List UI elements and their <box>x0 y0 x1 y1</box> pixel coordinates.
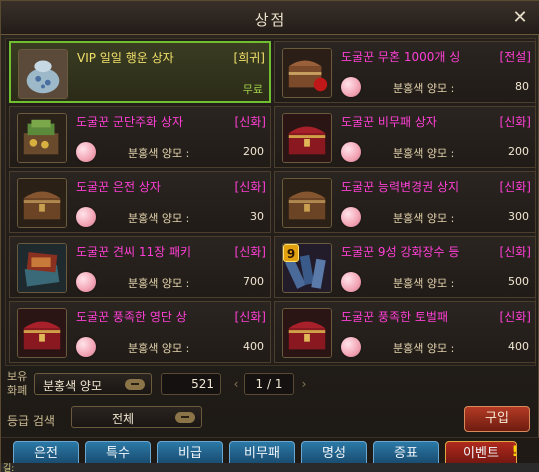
close-icon[interactable]: ✕ <box>510 8 530 28</box>
red-chest-icon <box>282 113 332 163</box>
pink-wool-icon <box>341 337 361 357</box>
pink-wool-icon <box>76 272 96 292</box>
chevron-down-icon <box>175 412 195 423</box>
shop-item[interactable]: 9 도굴꾼 9성 강화장수 등 [신화] 분홍색 양모 : 500 <box>274 236 536 298</box>
title-bar: 상점 ✕ <box>1 1 539 35</box>
item-name: 도굴꾼 견씨 11장 패키 <box>76 245 192 259</box>
lucky-bag-icon <box>18 49 68 99</box>
price-label: 분홍색 양모 : <box>393 147 455 160</box>
price-label: 분홍색 양모 : <box>128 342 190 355</box>
next-page-button[interactable]: › <box>297 375 311 393</box>
price-label: 분홍색 양모 : <box>393 212 455 225</box>
currency-select[interactable]: 분홍색 양모 <box>34 373 152 395</box>
price-label: 분홍색 양모 : <box>128 277 190 290</box>
price-label: 분홍색 양모 : <box>393 342 455 355</box>
tab-label: 비급 <box>178 446 202 461</box>
price-value: 200 <box>243 145 264 158</box>
pink-wool-icon <box>76 207 96 227</box>
item-grade: [신화] <box>499 310 531 324</box>
star-level-badge: 9 <box>283 244 299 262</box>
item-grade: [신화] <box>499 180 531 194</box>
item-name: 도굴꾼 9성 강화장수 등 <box>341 245 460 259</box>
currency-select-value: 분홍색 양모 <box>43 379 103 393</box>
price-label: 분홍색 양모 : <box>128 212 190 225</box>
currency-label: 보유 화폐 <box>7 370 28 397</box>
pink-wool-icon <box>341 272 361 292</box>
chevron-down-icon <box>125 379 145 390</box>
shop-item[interactable]: VIP 일일 행운 상자 [희귀] 무료 <box>9 41 271 103</box>
pink-wool-icon <box>341 77 361 97</box>
pink-wool-icon <box>341 207 361 227</box>
item-grade: [전설] <box>499 50 531 64</box>
item-name: 도굴꾼 풍족한 영단 상 <box>76 310 187 324</box>
item-name: 도굴꾼 은전 상자 <box>76 180 161 194</box>
treasure-chest-icon <box>282 48 332 98</box>
chat-strip: 길: <box>1 463 539 472</box>
page-indicator: 1 / 1 <box>244 373 294 395</box>
grade-select[interactable]: 전체 <box>71 406 202 428</box>
shop-item[interactable]: 도굴꾼 비무패 상자 [신화] 분홍색 양모 : 200 <box>274 106 536 168</box>
price-value: 80 <box>515 80 529 93</box>
item-name: 도굴꾼 군단주화 상자 <box>76 115 183 129</box>
scroll-bundle-icon: 9 <box>282 243 332 293</box>
price-value: 400 <box>243 340 264 353</box>
tab-label: 특수 <box>106 446 130 461</box>
item-grid: VIP 일일 행운 상자 [희귀] 무료 도굴꾼 무혼 1000개 싱 [전설] 분홍색 … <box>5 38 536 366</box>
shop-item[interactable]: 도굴꾼 무혼 1000개 싱 [전설] 분홍색 양모 : 80 <box>274 41 536 103</box>
price-value: 30 <box>250 210 264 223</box>
item-grade: [신화] <box>234 245 266 259</box>
prev-page-button[interactable]: ‹ <box>229 375 243 393</box>
pink-wool-icon <box>76 142 96 162</box>
window-title: 상점 <box>254 11 287 29</box>
item-grade: [희귀] <box>233 51 265 65</box>
wooden-chest-icon <box>282 178 332 228</box>
card-pack-icon <box>17 243 67 293</box>
pink-wool-icon <box>76 337 96 357</box>
item-name: 도굴꾼 능력변경권 상지 <box>341 180 460 194</box>
price-value: 300 <box>508 210 529 223</box>
currency-amount: 521 <box>161 373 221 395</box>
item-name: 도굴꾼 풍족한 토벌패 <box>341 310 448 324</box>
wooden-chest-icon <box>17 178 67 228</box>
item-name: VIP 일일 행운 상자 <box>77 51 174 65</box>
red-chest-icon <box>17 308 67 358</box>
item-name: 도굴꾼 무혼 1000개 싱 <box>341 50 461 64</box>
shop-item[interactable]: 도굴꾼 은전 상자 [신화] 분홍색 양모 : 30 <box>9 171 271 233</box>
price-free: 무료 <box>242 83 263 96</box>
price-value: 200 <box>508 145 529 158</box>
shop-item[interactable]: 도굴꾼 풍족한 토벌패 [신화] 분홍색 양모 : 400 <box>274 301 536 363</box>
coin-box-icon <box>17 113 67 163</box>
price-label: 분홍색 양모 : <box>128 147 190 160</box>
item-grade: [신화] <box>234 180 266 194</box>
shop-item[interactable]: 도굴꾼 풍족한 영단 상 [신화] 분홍색 양모 : 400 <box>9 301 271 363</box>
grade-select-value: 전체 <box>112 412 135 426</box>
price-label: 분홍색 양모 : <box>393 277 455 290</box>
price-value: 700 <box>243 275 264 288</box>
alert-icon: ! <box>511 444 518 460</box>
red-chest-icon <box>282 308 332 358</box>
price-value: 400 <box>508 340 529 353</box>
item-grade: [신화] <box>499 245 531 259</box>
price-label: 분홍색 양모 : <box>393 82 455 95</box>
shop-window: 상점 ✕ VIP 일일 행운 상자 [희귀] 무료 도굴꾼 무혼 1000개 싱 [전설… <box>0 0 539 472</box>
tab-label: 이벤트 <box>463 446 499 461</box>
tab-label: 명성 <box>322 446 346 461</box>
grade-search-label: 등급 검색 <box>7 414 55 428</box>
shop-item[interactable]: 도굴꾼 능력변경권 상지 [신화] 분홍색 양모 : 300 <box>274 171 536 233</box>
shop-item[interactable]: 도굴꾼 군단주화 상자 [신화] 분홍색 양모 : 200 <box>9 106 271 168</box>
pink-wool-icon <box>341 142 361 162</box>
tab-label: 비무패 <box>244 446 280 461</box>
tab-label: 은전 <box>34 446 58 461</box>
shop-item[interactable]: 도굴꾼 견씨 11장 패키 [신화] 분홍색 양모 : 700 <box>9 236 271 298</box>
item-name: 도굴꾼 비무패 상자 <box>341 115 437 129</box>
item-grade: [신화] <box>499 115 531 129</box>
item-grade: [신화] <box>234 115 266 129</box>
buy-button[interactable]: 구입 <box>464 406 530 432</box>
item-grade: [신화] <box>234 310 266 324</box>
price-value: 500 <box>508 275 529 288</box>
chat-strip-text: 길: <box>3 464 15 472</box>
tab-label: 증표 <box>394 446 418 461</box>
